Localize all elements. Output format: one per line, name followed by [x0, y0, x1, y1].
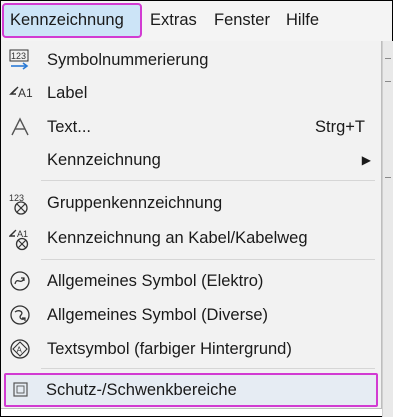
protection-zone-icon — [10, 379, 32, 401]
menu-item-allgemeines-symbol-diverse[interactable]: Allgemeines Symbol (Diverse) — [3, 299, 379, 331]
menu-item-gruppenkennzeichnung[interactable]: 123 Gruppenkennzeichnung — [3, 187, 379, 219]
menu-item-textsymbol[interactable]: A Textsymbol (farbiger Hintergrund) — [3, 333, 379, 365]
menu-fenster[interactable]: Fenster — [208, 3, 276, 38]
menu-item-symbolnummerierung[interactable]: 123 Symbolnummerierung — [3, 44, 379, 76]
menu-hilfe[interactable]: Hilfe — [280, 3, 325, 38]
submenu-arrow-icon: ▶ — [361, 153, 371, 167]
menu-item-text[interactable]: Text... Strg+T — [3, 111, 379, 143]
menu-item-label: Kennzeichnung — [47, 151, 161, 169]
menu-item-label: Schutz-/Schwenkbereiche — [46, 381, 237, 399]
menu-item-label: Text... — [47, 118, 92, 136]
svg-text:A1: A1 — [17, 229, 28, 239]
menu-item-label: Symbolnummerierung — [47, 51, 209, 69]
menu-separator — [41, 180, 375, 181]
menu-bar: Kennzeichnung Extras Fenster Hilfe — [1, 1, 392, 42]
menu-separator — [41, 259, 375, 260]
menu-item-label: Allgemeines Symbol (Diverse) — [47, 306, 268, 324]
menu-item-schutz-schwenkbereiche[interactable]: Schutz-/Schwenkbereiche — [4, 373, 378, 407]
edge-tick — [385, 58, 391, 59]
menu-item-kennzeichnung-kabel[interactable]: A1 Kennzeichnung an Kabel/Kabelweg — [3, 222, 379, 254]
shortcut-label: Strg+T — [315, 118, 365, 136]
label-icon: A1 — [9, 82, 33, 104]
menu-item-label: Allgemeines Symbol (Elektro) — [47, 272, 264, 290]
menu-extras[interactable]: Extras — [144, 3, 203, 38]
svg-text:A: A — [17, 346, 23, 355]
text-symbol-icon: A — [9, 338, 31, 360]
menu-item-allgemeines-symbol-elektro[interactable]: Allgemeines Symbol (Elektro) — [3, 265, 379, 297]
text-icon — [9, 116, 31, 138]
edge-tick — [385, 177, 391, 178]
background-window-edge — [382, 41, 393, 417]
edge-tick — [385, 81, 391, 82]
menu-item-label-tool[interactable]: A1 Label — [3, 77, 379, 109]
svg-text:123: 123 — [11, 51, 26, 61]
menu-item-label: Label — [47, 84, 88, 102]
symbol-numbering-icon: 123 — [9, 49, 31, 71]
group-marking-icon: 123 — [9, 192, 31, 215]
menu-item-kennzeichnung-submenu[interactable]: Kennzeichnung ▶ — [3, 144, 379, 176]
general-symbol-electro-icon — [9, 270, 31, 292]
menu-item-label: Textsymbol (farbiger Hintergrund) — [47, 340, 292, 358]
menu-kennzeichnung[interactable]: Kennzeichnung — [2, 3, 142, 38]
svg-text:A1: A1 — [18, 86, 33, 100]
kennzeichnung-dropdown-menu: 123 Symbolnummerierung A1 Label Text... … — [1, 41, 382, 409]
menu-separator — [41, 368, 375, 369]
cable-marking-icon: A1 — [9, 227, 31, 251]
menu-item-label: Kennzeichnung an Kabel/Kabelweg — [47, 229, 308, 247]
menu-item-label: Gruppenkennzeichnung — [47, 194, 223, 212]
general-symbol-misc-icon — [9, 304, 31, 326]
